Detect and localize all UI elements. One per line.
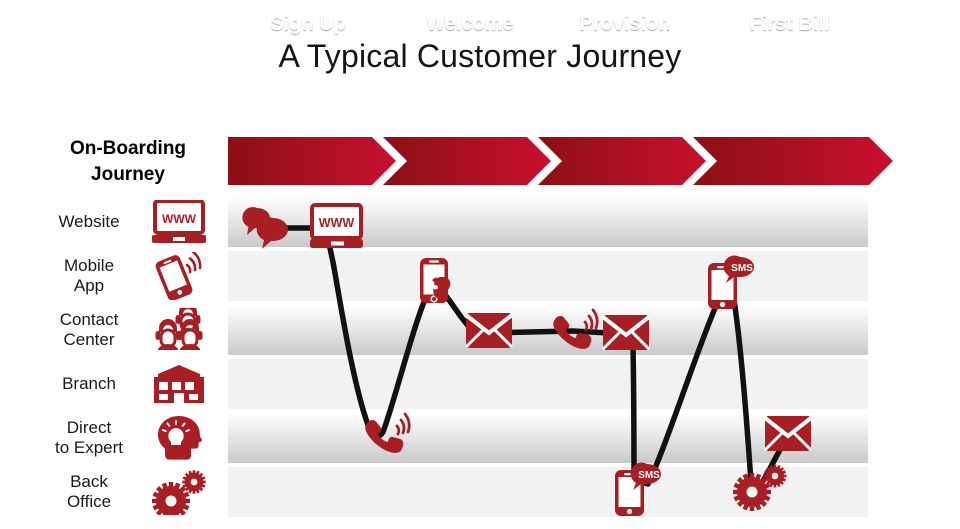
chevron-sign-up[interactable] [228, 137, 396, 185]
gears-icon [152, 470, 206, 515]
channel-icon-website: WWW [148, 197, 210, 247]
onboarding-journey-heading-line1: On-Boarding [69, 138, 187, 159]
bank-building-icon [154, 365, 204, 404]
head-lightbulb-icon [158, 416, 202, 460]
lane-mobile-app [228, 251, 868, 301]
channel-label-branch: Branch [30, 359, 148, 409]
channel-icon-branch [148, 359, 210, 409]
slide-canvas: A Typical Customer Journey On-Boarding J… [0, 0, 960, 529]
chevron-provision[interactable] [538, 137, 706, 185]
stage-label-welcome[interactable]: Welcome [395, 0, 545, 48]
lane-direct-to-expert [228, 413, 868, 463]
headset-agents-icon [155, 308, 203, 350]
lane-branch [228, 359, 868, 409]
stage-label-first-bill[interactable]: First Bill [707, 0, 872, 48]
channel-label-mobile-app: Mobile App [30, 251, 148, 301]
monitor-www-icon: WWW [152, 200, 206, 243]
onboarding-journey-heading: On-Boarding Journey [38, 136, 218, 187]
channel-icon-direct-to-expert [148, 413, 210, 463]
stage-label-provision[interactable]: Provision [550, 0, 700, 48]
channel-icon-back-office [148, 467, 210, 517]
svg-text:WWW: WWW [162, 212, 197, 226]
onboarding-journey-heading-line2: Journey [91, 163, 165, 185]
channel-label-back-office-text: Back Office [66, 472, 112, 511]
stage-label-sign-up[interactable]: Sign Up [228, 0, 388, 48]
channel-label-direct-to-expert-text: Direct to Expert [54, 418, 124, 457]
mobile-signal-icon [155, 252, 202, 300]
channel-label-contact-center-text: Contact Center [59, 310, 119, 349]
channel-icon-contact-center [148, 305, 210, 355]
channel-label-direct-to-expert: Direct to Expert [22, 413, 156, 463]
channel-icon-mobile-app [148, 251, 210, 301]
lane-back-office [228, 467, 868, 517]
channel-label-branch-text: Branch [62, 374, 116, 394]
chevron-first-bill[interactable] [693, 137, 893, 185]
channel-label-mobile-app-text: Mobile App [63, 256, 115, 295]
chevron-welcome[interactable] [383, 137, 551, 185]
lane-website [228, 197, 868, 247]
lane-contact-center [228, 305, 868, 355]
channel-label-contact-center: Contact Center [30, 305, 148, 355]
channel-label-back-office: Back Office [30, 467, 148, 517]
chevron-shapes [228, 137, 893, 185]
channel-label-website: Website [30, 197, 148, 247]
channel-label-website-text: Website [58, 212, 120, 232]
